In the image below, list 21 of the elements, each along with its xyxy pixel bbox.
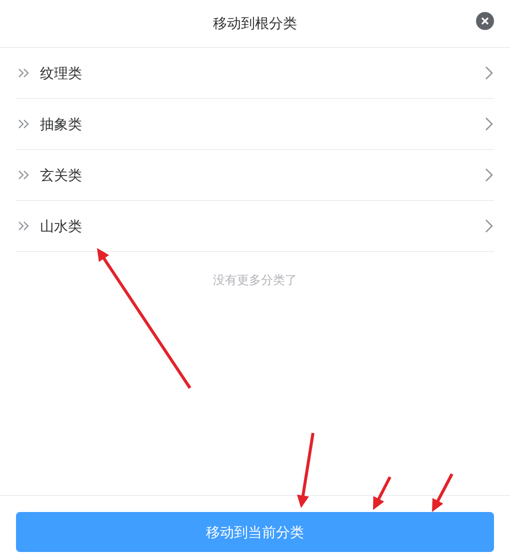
chevron-right-icon (485, 168, 493, 182)
category-item[interactable]: 山水类 (16, 201, 494, 252)
annotation-arrow (373, 476, 392, 510)
empty-note: 没有更多分类了 (213, 272, 297, 289)
double-chevron-icon (18, 169, 30, 181)
category-label: 山水类 (40, 216, 82, 236)
double-chevron-icon (18, 67, 30, 79)
chevron-right-icon (485, 117, 493, 131)
double-chevron-icon (18, 220, 30, 232)
chevron-right-icon (485, 219, 493, 233)
category-label: 纹理类 (40, 64, 82, 82)
category-label: 玄关类 (40, 166, 82, 184)
category-item[interactable]: 纹理类 (16, 48, 494, 99)
annotation-arrow (432, 473, 454, 512)
category-label: 抽象类 (40, 114, 82, 134)
dialog-title: 移动到根分类 (213, 14, 297, 33)
double-chevron-icon (18, 118, 30, 130)
category-item[interactable]: 抽象类 (16, 99, 494, 150)
close-icon[interactable] (476, 12, 494, 30)
chevron-right-icon (485, 66, 493, 80)
category-item[interactable]: 玄关类 (16, 150, 494, 201)
